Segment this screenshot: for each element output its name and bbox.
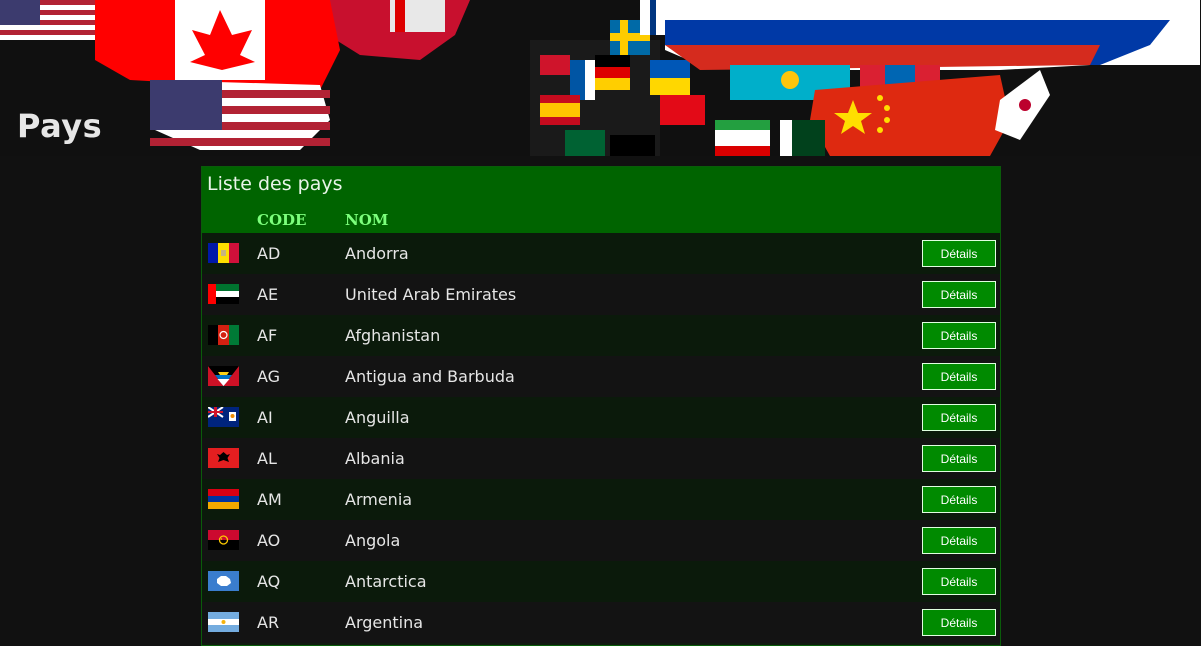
details-button[interactable]: Détails (922, 363, 996, 390)
details-button[interactable]: Détails (922, 568, 996, 595)
country-code: AI (257, 408, 273, 427)
country-name: Albania (345, 449, 405, 468)
table-row: AL Albania Détails (202, 438, 1000, 479)
argentina-flag-icon (208, 612, 239, 632)
country-name: Afghanistan (345, 326, 441, 345)
table-body: AD Andorra Détails AE United Arab Emirat… (202, 233, 1000, 643)
table-row: AF Afghanistan Détails (202, 315, 1000, 356)
map-graphic-icon (0, 0, 1201, 156)
details-button[interactable]: Détails (922, 527, 996, 554)
table-header: Liste des pays CODE NOM (202, 167, 1000, 233)
country-name: Andorra (345, 244, 409, 263)
details-button[interactable]: Détails (922, 486, 996, 513)
page-title: Pays (17, 107, 103, 145)
country-code: AE (257, 285, 279, 304)
table-row: AG Antigua and Barbuda Détails (202, 356, 1000, 397)
country-name: United Arab Emirates (345, 285, 517, 304)
andorra-flag-icon (208, 243, 239, 263)
country-code: AQ (257, 572, 281, 591)
angola-flag-icon (208, 530, 239, 550)
table-row: AR Argentina Détails (202, 602, 1000, 643)
armenia-flag-icon (208, 489, 239, 509)
details-button[interactable]: Détails (922, 322, 996, 349)
antigua-flag-icon (208, 366, 239, 386)
details-button[interactable]: Détails (922, 281, 996, 308)
country-name: Anguilla (345, 408, 410, 427)
details-button[interactable]: Détails (922, 240, 996, 267)
country-code: AO (257, 531, 281, 550)
table-row: AO Angola Détails (202, 520, 1000, 561)
country-name: Armenia (345, 490, 413, 509)
country-name: Antigua and Barbuda (345, 367, 515, 386)
afghanistan-flag-icon (208, 325, 239, 345)
table-row: AI Anguilla Détails (202, 397, 1000, 438)
anguilla-flag-icon (208, 407, 239, 427)
country-code: AL (257, 449, 277, 468)
details-button[interactable]: Détails (922, 445, 996, 472)
albania-flag-icon (208, 448, 239, 468)
country-code: AF (257, 326, 278, 345)
uae-flag-icon (208, 284, 239, 304)
table-row: AD Andorra Détails (202, 233, 1000, 274)
country-name: Angola (345, 531, 401, 550)
antarctica-flag-icon (208, 571, 239, 591)
details-button[interactable]: Détails (922, 609, 996, 636)
table-title: Liste des pays (207, 173, 343, 195)
country-code: AM (257, 490, 282, 509)
table-row: AQ Antarctica Détails (202, 561, 1000, 602)
country-name: Argentina (345, 613, 424, 632)
details-button[interactable]: Détails (922, 404, 996, 431)
countries-panel: Liste des pays CODE NOM AD Andorra Détai… (201, 166, 1001, 646)
column-header-code[interactable]: CODE (257, 211, 306, 229)
country-code: AG (257, 367, 281, 386)
column-header-name[interactable]: NOM (345, 211, 388, 229)
country-code: AR (257, 613, 280, 632)
country-code: AD (257, 244, 281, 263)
country-name: Antarctica (345, 572, 427, 591)
table-row: AM Armenia Détails (202, 479, 1000, 520)
table-row: AE United Arab Emirates Détails (202, 274, 1000, 315)
world-flags-map-banner (0, 0, 1201, 156)
